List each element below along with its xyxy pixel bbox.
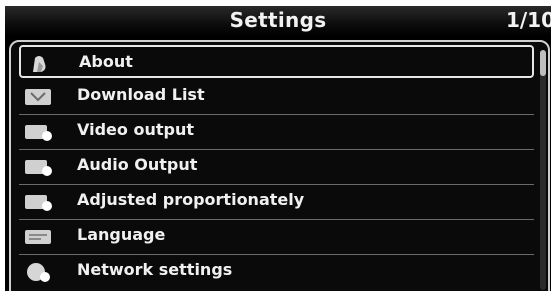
menu-item-label: Download List <box>77 85 205 104</box>
menu-item-language[interactable]: Language <box>19 220 534 255</box>
network-settings-icon <box>27 263 50 282</box>
settings-menu: About Download List Video output Audio O… <box>19 45 534 290</box>
menu-item-label: Network settings <box>77 260 233 279</box>
title-bar: Settings 1/10 <box>5 6 551 36</box>
page-title: Settings <box>229 8 327 32</box>
menu-item-label: Audio Output <box>77 155 198 174</box>
menu-item-audio-output[interactable]: Audio Output <box>19 150 534 185</box>
menu-item-download-list[interactable]: Download List <box>19 80 534 115</box>
menu-item-label: Video output <box>77 120 194 139</box>
download-list-icon <box>25 89 51 105</box>
language-icon <box>25 230 51 244</box>
aspect-ratio-icon <box>25 195 52 211</box>
page-indicator: 1/10 <box>505 8 551 32</box>
menu-item-label: Language <box>77 225 166 244</box>
scrollbar-thumb[interactable] <box>540 50 546 76</box>
settings-screen: Settings 1/10 About Download List Video … <box>5 6 551 291</box>
audio-output-icon <box>25 160 52 176</box>
menu-item-video-output[interactable]: Video output <box>19 115 534 150</box>
about-icon <box>33 56 46 72</box>
menu-scrollbar[interactable] <box>540 50 546 290</box>
menu-item-adjusted-proportionately[interactable]: Adjusted proportionately <box>19 185 534 220</box>
video-output-icon <box>25 125 52 141</box>
menu-item-label: Adjusted proportionately <box>77 190 305 209</box>
settings-menu-panel: About Download List Video output Audio O… <box>9 40 550 291</box>
menu-item-label: About <box>79 52 133 71</box>
menu-item-network-settings[interactable]: Network settings <box>19 255 534 290</box>
menu-item-about[interactable]: About <box>19 45 534 78</box>
